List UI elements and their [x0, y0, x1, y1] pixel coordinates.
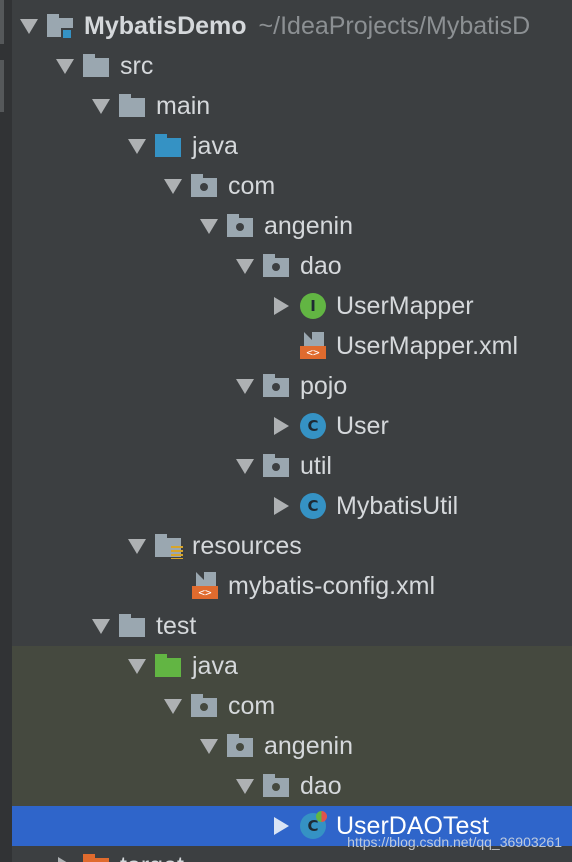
project-name: MybatisDemo: [84, 11, 247, 40]
expand-arrow[interactable]: [84, 86, 118, 126]
tree-item-label: UserMapper: [336, 291, 474, 320]
left-gutter: [0, 0, 12, 862]
tree-row-java-test-root[interactable]: java: [12, 646, 572, 686]
tree-row-resources[interactable]: resources: [12, 526, 572, 566]
tree-item-label: java: [192, 651, 238, 680]
test-root-folder-icon: [154, 651, 184, 681]
tree-item-label: MybatisUtil: [336, 491, 459, 520]
tree-row-xml-file[interactable]: <> mybatis-config.xml: [12, 566, 572, 606]
expand-arrow[interactable]: [156, 166, 190, 206]
tree-item-label: com: [228, 691, 276, 720]
tree-row-class[interactable]: C User: [12, 406, 572, 446]
source-root-folder-icon: [154, 131, 184, 161]
expand-arrow[interactable]: [192, 726, 226, 766]
tree-row-package[interactable]: com: [12, 686, 572, 726]
tree-row-package[interactable]: angenin: [12, 726, 572, 766]
package-icon: [262, 371, 292, 401]
collapse-arrow[interactable]: [264, 286, 298, 326]
tree-item-label: main: [156, 91, 211, 120]
tree-item-label: java: [192, 131, 238, 160]
collapse-arrow[interactable]: [264, 806, 298, 846]
tree-row-src[interactable]: src: [12, 46, 572, 86]
tree-row-package[interactable]: com: [12, 166, 572, 206]
tree-item-label: angenin: [264, 731, 353, 760]
xml-file-icon: <>: [298, 331, 328, 361]
expand-arrow[interactable]: [120, 526, 154, 566]
module-icon: [46, 11, 76, 41]
tree-item-label: com: [228, 171, 276, 200]
expand-arrow[interactable]: [228, 766, 262, 806]
gutter-marker: [0, 60, 4, 112]
tree-row-package[interactable]: angenin: [12, 206, 572, 246]
folder-icon: [82, 51, 112, 81]
excluded-folder-icon: [82, 851, 112, 862]
tree-row-interface[interactable]: I UserMapper: [12, 286, 572, 326]
project-path: ~/IdeaProjects/MybatisD: [258, 11, 531, 40]
tree-item-label: UserMapper.xml: [336, 331, 518, 360]
tree-row-xml-file[interactable]: <> UserMapper.xml: [12, 326, 572, 366]
collapse-arrow[interactable]: [264, 406, 298, 446]
expand-arrow[interactable]: [228, 446, 262, 486]
tree-row-package[interactable]: dao: [12, 246, 572, 286]
expand-arrow[interactable]: [156, 686, 190, 726]
tree-row-package[interactable]: pojo: [12, 366, 572, 406]
expand-arrow[interactable]: [84, 606, 118, 646]
tree-row-package[interactable]: dao: [12, 766, 572, 806]
package-icon: [190, 691, 220, 721]
resources-folder-icon: [154, 531, 184, 561]
package-icon: [262, 251, 292, 281]
tree-item-label: mybatis-config.xml: [228, 571, 435, 600]
tree-item-label: resources: [192, 531, 302, 560]
package-icon: [262, 451, 292, 481]
tree-row-test[interactable]: test: [12, 606, 572, 646]
tree-row-package[interactable]: util: [12, 446, 572, 486]
collapse-arrow[interactable]: [264, 486, 298, 526]
xml-file-icon: <>: [190, 571, 220, 601]
expand-arrow[interactable]: [120, 646, 154, 686]
package-icon: [262, 771, 292, 801]
collapse-arrow[interactable]: [48, 846, 82, 862]
folder-icon: [118, 91, 148, 121]
package-icon: [190, 171, 220, 201]
tree-item-label: dao: [300, 251, 342, 280]
test-class-icon: C: [298, 811, 328, 841]
package-icon: [226, 211, 256, 241]
tree-item-label: test: [156, 611, 197, 640]
tree-item-label: dao: [300, 771, 342, 800]
tree-item-label: util: [300, 451, 332, 480]
tree-row-java-source-root[interactable]: java: [12, 126, 572, 166]
tree-row-project[interactable]: MybatisDemo ~/IdeaProjects/MybatisD: [12, 6, 572, 46]
expand-arrow[interactable]: [12, 6, 46, 46]
gutter-marker: [0, 0, 4, 44]
watermark: https://blog.csdn.net/qq_36903261: [347, 834, 562, 850]
tree-item-label: target: [120, 852, 184, 862]
tree-row-main[interactable]: main: [12, 86, 572, 126]
project-tree-panel: MybatisDemo ~/IdeaProjects/MybatisD src …: [0, 0, 572, 862]
tree-row-class[interactable]: C MybatisUtil: [12, 486, 572, 526]
folder-icon: [118, 611, 148, 641]
expand-arrow[interactable]: [192, 206, 226, 246]
class-icon: C: [298, 491, 328, 521]
tree-item-label: pojo: [300, 371, 348, 400]
tree-item-label: User: [336, 411, 389, 440]
expand-arrow[interactable]: [228, 246, 262, 286]
interface-icon: I: [298, 291, 328, 321]
package-icon: [226, 731, 256, 761]
class-icon: C: [298, 411, 328, 441]
expand-arrow[interactable]: [228, 366, 262, 406]
expand-arrow[interactable]: [48, 46, 82, 86]
tree-item-label: angenin: [264, 211, 353, 240]
expand-arrow[interactable]: [120, 126, 154, 166]
tree-item-label: src: [120, 51, 154, 80]
